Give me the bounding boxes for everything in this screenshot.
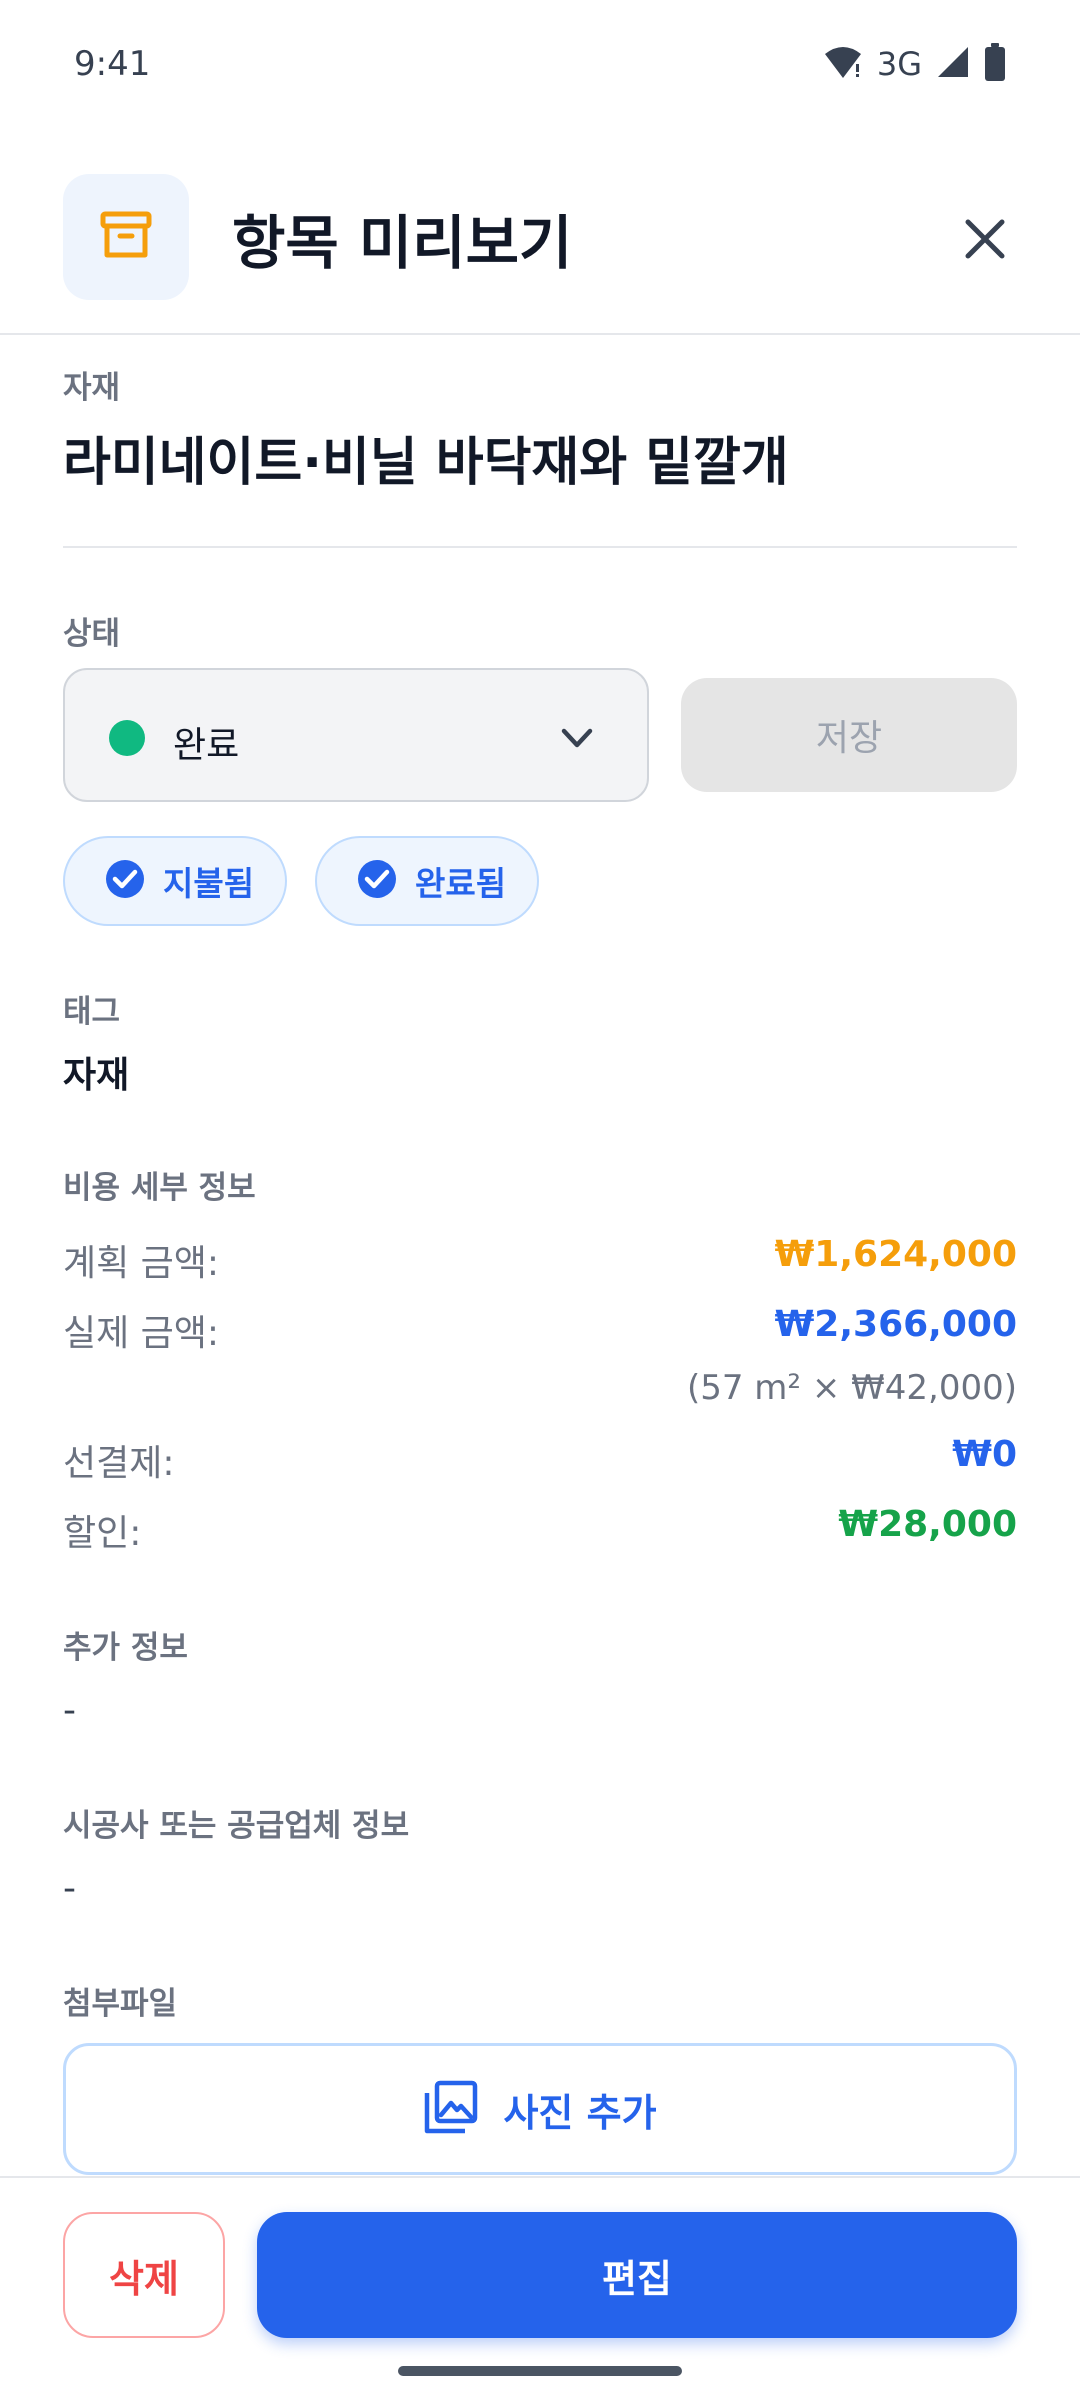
delete-button[interactable]: 삭제 xyxy=(63,2212,225,2338)
chip-completed[interactable]: 완료됨 xyxy=(315,836,539,926)
bottom-action-bar: 삭제 편집 xyxy=(0,2176,1080,2400)
archive-box-icon xyxy=(98,207,154,267)
contractor-label: 시공사 또는 공급업체 정보 xyxy=(63,1808,410,1844)
contractor-value: - xyxy=(63,1868,76,1909)
category-label: 자재 xyxy=(63,370,121,406)
status-dropdown[interactable]: 완료 xyxy=(63,668,649,802)
extra-info-value: - xyxy=(63,1690,76,1731)
page-title: 항목 미리보기 xyxy=(232,209,573,277)
chip-label: 지불됨 xyxy=(163,864,255,903)
check-circle-icon xyxy=(357,859,397,903)
status-icons: 3G xyxy=(823,43,1006,85)
status-bar: 9:41 3G xyxy=(0,0,1080,130)
discount-label: 할인: xyxy=(63,1513,142,1554)
status-time: 9:41 xyxy=(74,44,151,84)
close-button[interactable] xyxy=(950,206,1020,276)
check-circle-icon xyxy=(105,859,145,903)
network-type: 3G xyxy=(876,45,922,83)
status-dot xyxy=(109,720,145,756)
status-value: 완료 xyxy=(173,725,240,766)
attachments-label: 첨부파일 xyxy=(63,1986,178,2022)
planned-label: 계획 금액: xyxy=(63,1243,220,1284)
discount-value: ₩28,000 xyxy=(838,1504,1017,1545)
planned-value: ₩1,624,000 xyxy=(774,1234,1017,1275)
actual-row: 실제 금액: ₩2,366,000 xyxy=(63,1304,1017,1354)
planned-row: 계획 금액: ₩1,624,000 xyxy=(63,1234,1017,1284)
header-icon-box xyxy=(63,174,189,300)
extra-info-label: 추가 정보 xyxy=(63,1630,188,1666)
item-title: 라미네이트·비닐 바닥재와 밑깔개 xyxy=(63,433,789,493)
prepaid-label: 선결제: xyxy=(63,1443,175,1484)
status-label: 상태 xyxy=(63,616,121,652)
divider xyxy=(63,546,1017,548)
cost-section-label: 비용 세부 정보 xyxy=(63,1170,256,1206)
actual-label: 실제 금액: xyxy=(63,1313,220,1354)
tag-label: 태그 xyxy=(63,994,121,1030)
prepaid-value: ₩0 xyxy=(952,1434,1017,1475)
add-photo-label: 사진 추가 xyxy=(503,2090,657,2135)
signal-icon xyxy=(936,45,970,83)
actual-value: ₩2,366,000 xyxy=(774,1304,1017,1345)
prepaid-row: 선결제: ₩0 xyxy=(63,1434,1017,1484)
tag-value: 자재 xyxy=(63,1055,130,1096)
wifi-icon xyxy=(823,44,863,84)
actual-calc-note: (57 m² × ₩42,000) xyxy=(686,1368,1017,1408)
chip-paid[interactable]: 지불됨 xyxy=(63,836,287,926)
save-button[interactable]: 저장 xyxy=(681,678,1017,792)
photo-library-icon xyxy=(423,2079,479,2139)
chip-label: 완료됨 xyxy=(415,864,507,903)
discount-row: 할인: ₩28,000 xyxy=(63,1504,1017,1554)
edit-button[interactable]: 편집 xyxy=(257,2212,1017,2338)
chevron-down-icon xyxy=(559,720,595,760)
header: 항목 미리보기 xyxy=(0,170,1080,335)
battery-icon xyxy=(984,43,1006,85)
close-icon xyxy=(964,218,1006,264)
home-indicator[interactable] xyxy=(398,2366,682,2376)
add-photo-button[interactable]: 사진 추가 xyxy=(63,2043,1017,2175)
